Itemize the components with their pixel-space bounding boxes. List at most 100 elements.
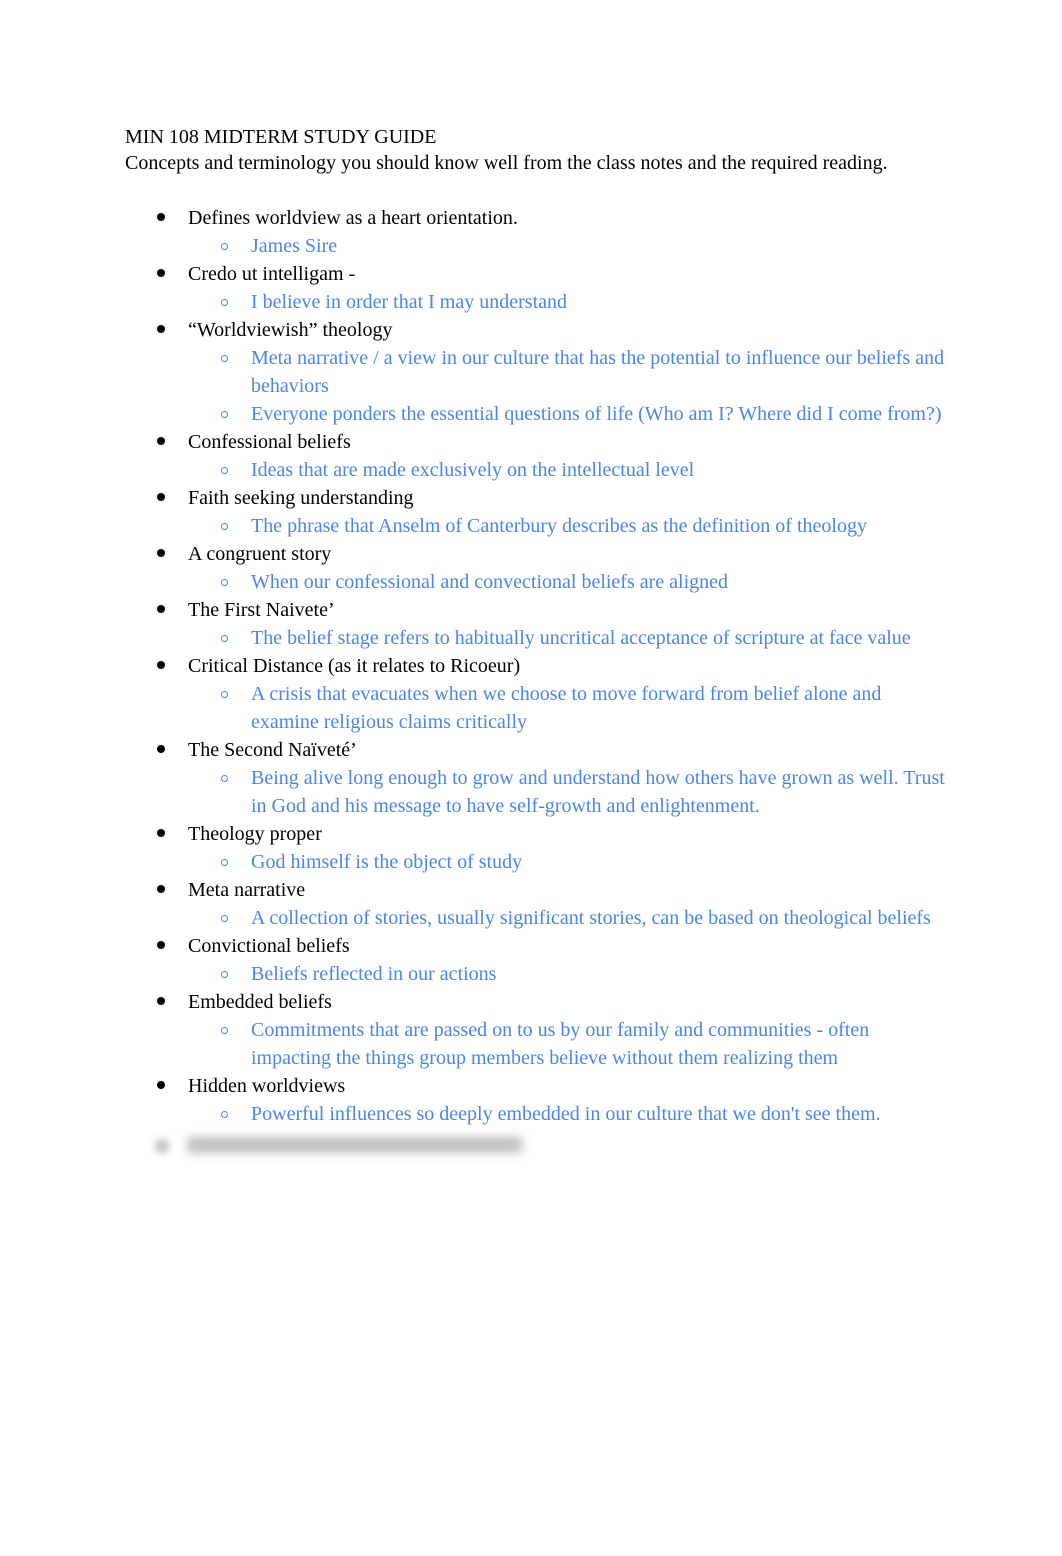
definition-text: Beliefs reflected in our actions xyxy=(251,963,497,985)
definition-item: Ideas that are made exclusively on the i… xyxy=(188,456,953,484)
term-label: A congruent story xyxy=(188,543,332,565)
hollow-bullet-icon xyxy=(221,635,228,642)
term-item: Hidden worldviews Powerful influences so… xyxy=(125,1072,955,1128)
definition-item: Meta narrative / a view in our culture t… xyxy=(188,344,953,400)
definition-text: Everyone ponders the essential questions… xyxy=(251,403,942,425)
filled-bullet-icon xyxy=(157,941,165,949)
hollow-bullet-icon xyxy=(221,411,228,418)
hollow-bullet-icon xyxy=(221,971,228,978)
term-item: The Second Naïveté’ Being alive long eno… xyxy=(125,736,955,820)
term-item: Faith seeking understanding The phrase t… xyxy=(125,484,955,540)
definition-item: A collection of stories, usually signifi… xyxy=(188,904,953,932)
filled-bullet-icon xyxy=(157,325,165,333)
blurred-list-item xyxy=(125,1130,955,1160)
term-label: Credo ut intelligam - xyxy=(188,263,356,285)
definition-text: Being alive long enough to grow and unde… xyxy=(251,767,945,817)
term-label: The Second Naïveté’ xyxy=(188,739,357,761)
term-item: Convictional beliefs Beliefs reflected i… xyxy=(125,932,955,988)
filled-bullet-icon xyxy=(157,885,165,893)
term-item: Meta narrative A collection of stories, … xyxy=(125,876,955,932)
definition-list: A collection of stories, usually signifi… xyxy=(188,904,955,932)
definition-item: Powerful influences so deeply embedded i… xyxy=(188,1100,953,1128)
filled-bullet-icon xyxy=(157,437,165,445)
definition-list: I believe in order that I may understand xyxy=(188,288,955,316)
term-item: Theology proper God himself is the objec… xyxy=(125,820,955,876)
definition-list: A crisis that evacuates when we choose t… xyxy=(188,680,955,736)
definition-list: James Sire xyxy=(188,232,955,260)
definition-list: Meta narrative / a view in our culture t… xyxy=(188,344,955,428)
definition-text: Commitments that are passed on to us by … xyxy=(251,1019,870,1069)
blurred-text xyxy=(187,1137,522,1153)
filled-bullet-icon xyxy=(157,1081,165,1089)
term-label: Embedded beliefs xyxy=(188,991,332,1013)
filled-bullet-icon xyxy=(157,829,165,837)
definition-item: God himself is the object of study xyxy=(188,848,953,876)
term-label: Faith seeking understanding xyxy=(188,487,414,509)
term-label: Critical Distance (as it relates to Rico… xyxy=(188,655,521,677)
term-item: Critical Distance (as it relates to Rico… xyxy=(125,652,955,736)
definition-item: When our confessional and convectional b… xyxy=(188,568,953,596)
filled-bullet-icon xyxy=(157,997,165,1005)
definition-text: God himself is the object of study xyxy=(251,851,523,873)
filled-bullet-icon xyxy=(157,745,165,753)
term-item: The First Naivete’ The belief stage refe… xyxy=(125,596,955,652)
definition-item: I believe in order that I may understand xyxy=(188,288,953,316)
definition-text: The phrase that Anselm of Canterbury des… xyxy=(251,515,867,537)
hollow-bullet-icon xyxy=(221,691,228,698)
filled-bullet-icon xyxy=(157,661,165,669)
definition-text: The belief stage refers to habitually un… xyxy=(251,627,911,649)
definition-list: The belief stage refers to habitually un… xyxy=(188,624,955,652)
definition-list: Commitments that are passed on to us by … xyxy=(188,1016,955,1072)
definition-list: Ideas that are made exclusively on the i… xyxy=(188,456,955,484)
term-item: Defines worldview as a heart orientation… xyxy=(125,204,955,260)
term-label: Meta narrative xyxy=(188,879,306,901)
terms-list: Defines worldview as a heart orientation… xyxy=(125,204,955,1128)
term-item: “Worldviewish” theology Meta narrative /… xyxy=(125,316,955,428)
bullet-icon xyxy=(155,1139,169,1153)
study-guide-page: MIN 108 MIDTERM STUDY GUIDE Concepts and… xyxy=(125,124,955,1160)
definition-text: Powerful influences so deeply embedded i… xyxy=(251,1103,881,1125)
definition-item: The belief stage refers to habitually un… xyxy=(188,624,953,652)
definition-item: A crisis that evacuates when we choose t… xyxy=(188,680,953,736)
term-item: Embedded beliefs Commitments that are pa… xyxy=(125,988,955,1072)
definition-text: I believe in order that I may understand xyxy=(251,291,567,313)
hollow-bullet-icon xyxy=(221,775,228,782)
definition-text: A collection of stories, usually signifi… xyxy=(251,907,931,929)
definition-item: Beliefs reflected in our actions xyxy=(188,960,953,988)
document-subtitle: Concepts and terminology you should know… xyxy=(125,152,888,174)
hollow-bullet-icon xyxy=(221,243,228,250)
definition-item: Commitments that are passed on to us by … xyxy=(188,1016,953,1072)
filled-bullet-icon xyxy=(157,493,165,501)
definition-list: Beliefs reflected in our actions xyxy=(188,960,955,988)
definition-text: James Sire xyxy=(251,235,338,257)
term-label: Theology proper xyxy=(188,823,322,845)
definition-item: The phrase that Anselm of Canterbury des… xyxy=(188,512,953,540)
filled-bullet-icon xyxy=(157,213,165,221)
hollow-bullet-icon xyxy=(221,1027,228,1034)
hollow-bullet-icon xyxy=(221,579,228,586)
filled-bullet-icon xyxy=(157,269,165,277)
hollow-bullet-icon xyxy=(221,1111,228,1118)
term-item: A congruent story When our confessional … xyxy=(125,540,955,596)
term-item: Credo ut intelligam - I believe in order… xyxy=(125,260,955,316)
term-label: The First Naivete’ xyxy=(188,599,335,621)
definition-item: James Sire xyxy=(188,232,953,260)
term-label: “Worldviewish” theology xyxy=(188,319,393,341)
definition-list: Being alive long enough to grow and unde… xyxy=(188,764,955,820)
term-label: Convictional beliefs xyxy=(188,935,350,957)
definition-item: Everyone ponders the essential questions… xyxy=(188,400,953,428)
hollow-bullet-icon xyxy=(221,299,228,306)
definition-text: A crisis that evacuates when we choose t… xyxy=(251,683,882,733)
definition-list: God himself is the object of study xyxy=(188,848,955,876)
filled-bullet-icon xyxy=(157,605,165,613)
definition-list: Powerful influences so deeply embedded i… xyxy=(188,1100,955,1128)
definition-list: When our confessional and convectional b… xyxy=(188,568,955,596)
hollow-bullet-icon xyxy=(221,523,228,530)
filled-bullet-icon xyxy=(157,549,165,557)
term-label: Defines worldview as a heart orientation… xyxy=(188,207,518,229)
document-title: MIN 108 MIDTERM STUDY GUIDE xyxy=(125,126,437,148)
term-label: Confessional beliefs xyxy=(188,431,351,453)
definition-text: Meta narrative / a view in our culture t… xyxy=(251,347,945,397)
definition-list: The phrase that Anselm of Canterbury des… xyxy=(188,512,955,540)
definition-text: Ideas that are made exclusively on the i… xyxy=(251,459,695,481)
